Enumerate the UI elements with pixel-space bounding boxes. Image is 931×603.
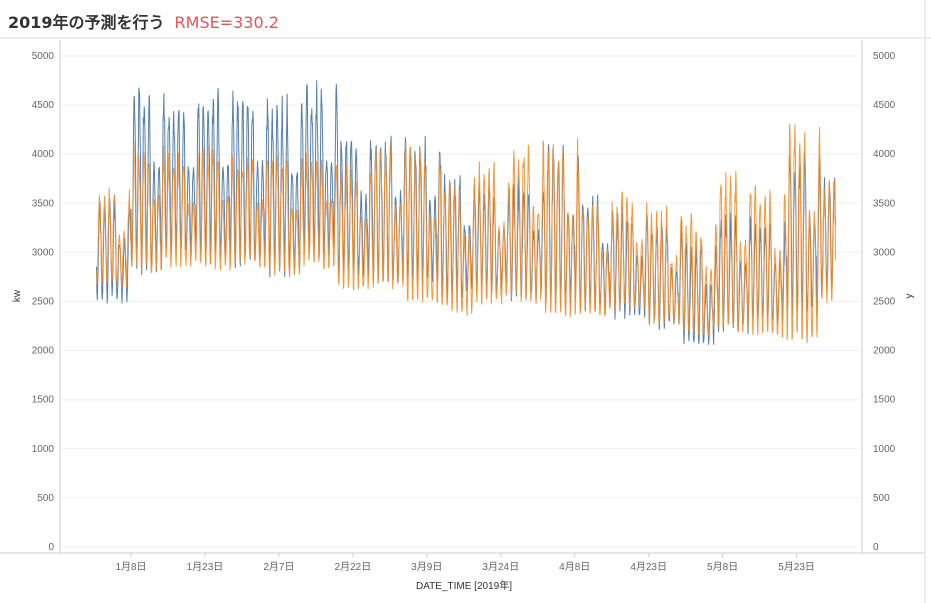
x-tick-label: 1月23日: [187, 561, 224, 573]
y-tick-left: 3500: [32, 198, 55, 209]
x-tick-label: 1月8日: [115, 561, 146, 573]
y-tick-left: 500: [37, 493, 54, 504]
y-tick-right: 3500: [873, 198, 896, 209]
x-axis-label: DATE_TIME [2019年]: [416, 579, 512, 592]
y-tick-right: 500: [873, 493, 890, 504]
y-tick-left: 2500: [32, 297, 55, 308]
y-tick-left: 5000: [32, 51, 55, 62]
x-tick-label: 2月22日: [335, 561, 372, 573]
x-tick-label: 4月8日: [559, 561, 590, 573]
x-tick-label: 3月24日: [482, 561, 519, 573]
y-tick-left: 0: [48, 542, 54, 553]
y-tick-left: 1500: [32, 395, 55, 406]
y-axis-right-label: y: [904, 294, 915, 299]
y-tick-left: 4000: [32, 149, 55, 160]
series-lines: [97, 80, 836, 344]
y-tick-right: 1500: [873, 395, 896, 406]
y-tick-right: 2500: [873, 297, 896, 308]
y-tick-right: 4500: [873, 100, 896, 111]
y-tick-right: 2000: [873, 346, 896, 357]
y-tick-right: 4000: [873, 149, 896, 160]
y-tick-right: 3000: [873, 247, 896, 258]
x-tick-label: 5月8日: [707, 561, 738, 573]
x-tick-label: 4月23日: [630, 561, 667, 573]
y-tick-right: 5000: [873, 51, 896, 62]
x-tick-label: 3月9日: [411, 561, 442, 573]
y-tick-left: 1000: [32, 444, 55, 455]
y-tick-right: 0: [873, 542, 879, 553]
y-tick-left: 2000: [32, 346, 55, 357]
y-tick-right: 1000: [873, 444, 896, 455]
x-tick-label: 2月7日: [263, 561, 294, 573]
line-chart: 0 0 500 500 1000 1000 1500 1500 2000 2000 2500 2500…: [0, 0, 931, 603]
y-tick-left: 4500: [32, 100, 55, 111]
x-tick-label: 5月23日: [778, 561, 815, 573]
y-tick-left: 3000: [32, 247, 55, 258]
y-axis-left-label: kw: [12, 289, 23, 302]
series-line-y: [97, 124, 836, 343]
tick-labels: 0 0 500 500 1000 1000 1500 1500 2000 2000 2500 2500…: [32, 51, 896, 573]
